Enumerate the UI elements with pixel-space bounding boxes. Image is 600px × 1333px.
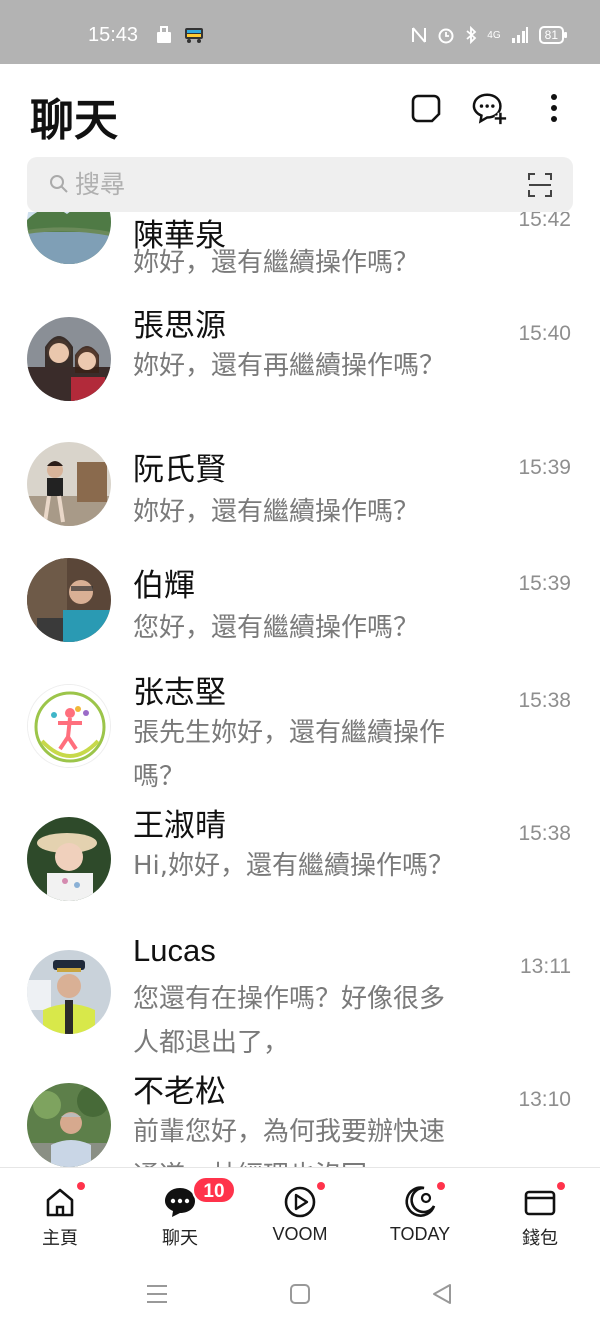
menu-icon[interactable] xyxy=(146,1283,168,1305)
nav-chat[interactable]: 10 聊天 xyxy=(120,1168,240,1254)
home-icon xyxy=(46,1188,74,1217)
bag-icon xyxy=(157,26,171,43)
chat-preview: Hi,妳好，還有繼續操作嗎？ xyxy=(133,851,455,881)
chat-time: 15:39 xyxy=(518,456,571,479)
avatar xyxy=(27,817,111,901)
avatar xyxy=(27,558,111,642)
chat-preview: 前輩您好，為何我要辦快速通道，林經理也沒回 xyxy=(133,1117,446,1167)
chat-time: 15:38 xyxy=(518,689,571,712)
scan-icon[interactable] xyxy=(527,172,553,198)
chat-time: 15:40 xyxy=(518,322,571,345)
nav-label: VOOM xyxy=(272,1224,328,1244)
list-item[interactable]: 不老松 前輩您好，為何我要辦快速通道，林經理也沒回 13:10 xyxy=(0,1063,600,1167)
chat-preview: 您好，還有繼續操作嗎？ xyxy=(133,613,420,643)
nav-label: 錢包 xyxy=(522,1228,558,1249)
nfc-icon xyxy=(412,27,427,43)
search-icon xyxy=(50,175,68,193)
nav-label: 聊天 xyxy=(162,1228,198,1249)
chat-name: 伯輝 xyxy=(133,568,195,604)
chat-time: 15:42 xyxy=(518,212,571,231)
signal-icon xyxy=(511,27,528,43)
avatar xyxy=(27,442,111,526)
notification-dot xyxy=(557,1182,565,1190)
network-label: 4G xyxy=(487,29,501,41)
list-item[interactable]: 阮氏賢 妳好，還有繼續操作嗎？ 15:39 xyxy=(0,442,600,552)
list-item[interactable]: 伯輝 您好，還有繼續操作嗎？ 15:39 xyxy=(0,558,600,668)
chat-preview: 張先生妳好，還有繼續操作嗎？ xyxy=(133,718,446,792)
today-icon xyxy=(405,1186,436,1217)
list-item[interactable]: 張思源 妳好，還有再繼續操作嗎？ 15:40 xyxy=(0,297,600,427)
search-bar[interactable] xyxy=(27,157,573,212)
app-notify-icon xyxy=(185,28,203,43)
notification-dot xyxy=(317,1182,325,1190)
bottom-nav: 主頁 10 聊天 VOOM TODAY 錢包 xyxy=(0,1167,600,1253)
note-icon[interactable] xyxy=(408,90,444,126)
chat-name: 不老松 xyxy=(133,1074,226,1110)
list-item[interactable]: 陳華泉 妳好，還有繼續操作嗎？ 15:42 xyxy=(0,212,600,288)
back-icon[interactable] xyxy=(431,1283,453,1305)
chat-time: 13:10 xyxy=(518,1088,571,1111)
avatar xyxy=(27,317,111,401)
chat-time: 15:38 xyxy=(518,822,571,845)
nav-wallet[interactable]: 錢包 xyxy=(480,1168,600,1254)
chat-name: 阮氏賢 xyxy=(133,452,226,488)
list-item[interactable]: 王淑晴 Hi,妳好，還有繼續操作嗎？ 15:38 xyxy=(0,797,600,927)
bluetooth-icon xyxy=(466,26,477,44)
unread-badge: 10 xyxy=(192,1176,236,1204)
chat-list[interactable]: 陳華泉 妳好，還有繼續操作嗎？ 15:42 張思源 妳好，還有再繼續操作嗎？ 1… xyxy=(0,212,600,1167)
chat-preview: 您還有在操作嗎？好像很多人都退出了， xyxy=(133,984,446,1058)
chat-name: 王淑晴 xyxy=(133,808,226,844)
more-icon[interactable] xyxy=(536,90,572,126)
nav-home[interactable]: 主頁 xyxy=(0,1168,120,1254)
chat-preview: 妳好，還有繼續操作嗎？ xyxy=(133,497,420,527)
avatar xyxy=(27,1083,111,1167)
home-button-icon[interactable] xyxy=(289,1283,311,1305)
list-item[interactable]: 张志堅 張先生妳好，還有繼續操作嗎？ 15:38 xyxy=(0,664,600,794)
chat-time: 15:39 xyxy=(518,572,571,595)
alarm-icon xyxy=(438,28,454,44)
avatar xyxy=(27,950,111,1034)
avatar xyxy=(27,684,111,768)
notification-dot xyxy=(437,1182,445,1190)
status-bar: 15:43 4G 81 xyxy=(0,0,600,64)
nav-label: 主頁 xyxy=(42,1228,78,1249)
chat-preview: 妳好，還有繼續操作嗎？ xyxy=(133,248,420,278)
battery-indicator: 81 xyxy=(538,26,568,44)
page-title: 聊天 xyxy=(30,95,118,146)
search-input[interactable] xyxy=(75,168,495,200)
chat-time: 13:11 xyxy=(520,955,571,978)
system-nav xyxy=(0,1253,600,1333)
nav-voom[interactable]: VOOM xyxy=(240,1168,360,1254)
chat-preview: 妳好，還有再繼續操作嗎？ xyxy=(133,351,446,381)
chat-name: 張思源 xyxy=(133,308,226,344)
nav-label: TODAY xyxy=(389,1224,451,1244)
avatar xyxy=(27,212,111,264)
status-time: 15:43 xyxy=(88,24,139,46)
new-chat-icon[interactable] xyxy=(472,90,508,126)
chat-name: Lucas xyxy=(133,933,216,968)
voom-icon xyxy=(284,1186,316,1218)
nav-today[interactable]: TODAY xyxy=(360,1168,480,1254)
app-header: 聊天 xyxy=(0,64,600,156)
wallet-icon xyxy=(524,1190,556,1216)
list-item[interactable]: Lucas 您還有在操作嗎？好像很多人都退出了， 13:11 xyxy=(0,930,600,1060)
chat-name: 张志堅 xyxy=(133,675,226,711)
notification-dot xyxy=(77,1182,85,1190)
